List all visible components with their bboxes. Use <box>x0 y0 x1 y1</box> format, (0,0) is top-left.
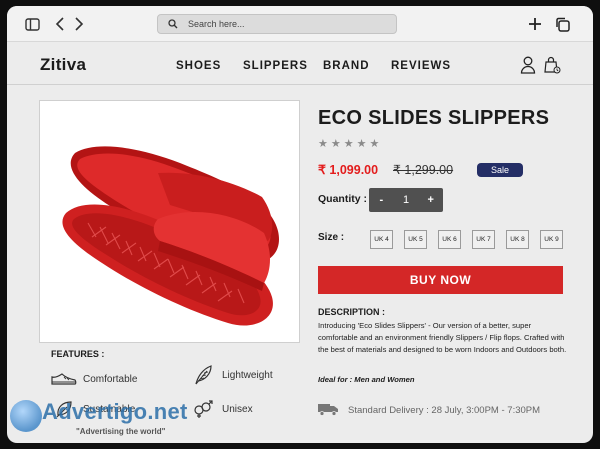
size-option-uk4[interactable]: UK 4 <box>370 230 393 249</box>
search-placeholder: Search here... <box>188 19 245 29</box>
nav-link-slippers[interactable]: SLIPPERS <box>243 60 308 72</box>
size-option-uk9[interactable]: UK 9 <box>540 230 563 249</box>
ideal-for-text: Ideal for : Men and Women <box>318 375 415 384</box>
cart-icon[interactable] <box>543 56 561 74</box>
quantity-increment-button[interactable]: + <box>418 194 443 206</box>
browser-window: Search here... Zitiva SHOES SLIPPERS BRA… <box>7 6 593 443</box>
size-option-uk6[interactable]: UK 6 <box>438 230 461 249</box>
truck-icon <box>317 402 339 419</box>
globe-icon <box>10 400 42 432</box>
feature-unisex: Unisex <box>190 400 253 418</box>
watermark-text: Advertigo.net <box>42 399 188 424</box>
product-image <box>39 100 300 343</box>
feature-label: Comfortable <box>83 373 138 385</box>
gender-icon <box>190 400 216 418</box>
site-header: Zitiva SHOES SLIPPERS BRAND REVIEWS <box>7 43 593 85</box>
browser-toolbar: Search here... <box>7 6 593 42</box>
size-option-uk8[interactable]: UK 8 <box>506 230 529 249</box>
shoe-icon <box>51 370 77 388</box>
original-price: ₹ 1,299.00 <box>393 163 454 177</box>
search-icon <box>168 19 178 29</box>
description-heading: DESCRIPTION : <box>318 307 386 317</box>
quantity-stepper: - 1 + <box>369 188 443 212</box>
delivery-info: Standard Delivery : 28 July, 3:00PM - 7:… <box>317 402 540 419</box>
feature-label: Lightweight <box>222 369 273 381</box>
delivery-text: Standard Delivery : 28 July, 3:00PM - 7:… <box>348 405 541 416</box>
search-input[interactable]: Search here... <box>157 14 397 34</box>
quantity-value[interactable]: 1 <box>394 194 419 206</box>
feature-label: Unisex <box>222 403 253 415</box>
features-heading: FEATURES : <box>51 349 105 359</box>
feature-lightweight: Lightweight <box>190 365 273 385</box>
forward-icon[interactable] <box>70 15 88 33</box>
sale-price: ₹ 1,099.00 <box>318 163 379 177</box>
buy-now-button[interactable]: BUY NOW <box>318 266 563 294</box>
nav-link-brand[interactable]: BRAND <box>323 60 370 72</box>
feature-comfortable: Comfortable <box>51 370 137 388</box>
new-tab-icon[interactable] <box>526 15 544 33</box>
watermark: Advertigo.net "Advertising the world" <box>0 395 187 445</box>
watermark-tagline: "Advertising the world" <box>76 427 166 436</box>
size-option-uk7[interactable]: UK 7 <box>472 230 495 249</box>
product-title: ECO SLIDES SLIPPERS <box>318 107 550 129</box>
rating-stars[interactable]: ★★★★★ <box>318 137 382 150</box>
tabs-overview-icon[interactable] <box>553 15 571 33</box>
feather-icon <box>190 365 216 385</box>
sale-badge: Sale <box>477 163 523 177</box>
brand-logo[interactable]: Zitiva <box>40 55 86 75</box>
quantity-decrement-button[interactable]: - <box>369 194 394 206</box>
back-icon[interactable] <box>51 15 69 33</box>
size-label: Size : <box>318 232 345 243</box>
nav-link-shoes[interactable]: SHOES <box>176 60 221 72</box>
sidebar-toggle-icon[interactable] <box>23 15 41 33</box>
user-icon[interactable] <box>520 56 538 74</box>
description-text: Introducing 'Eco Slides Slippers' - Our … <box>318 321 567 354</box>
nav-link-reviews[interactable]: REVIEWS <box>391 60 451 72</box>
quantity-label: Quantity : <box>318 193 367 205</box>
size-option-uk5[interactable]: UK 5 <box>404 230 427 249</box>
